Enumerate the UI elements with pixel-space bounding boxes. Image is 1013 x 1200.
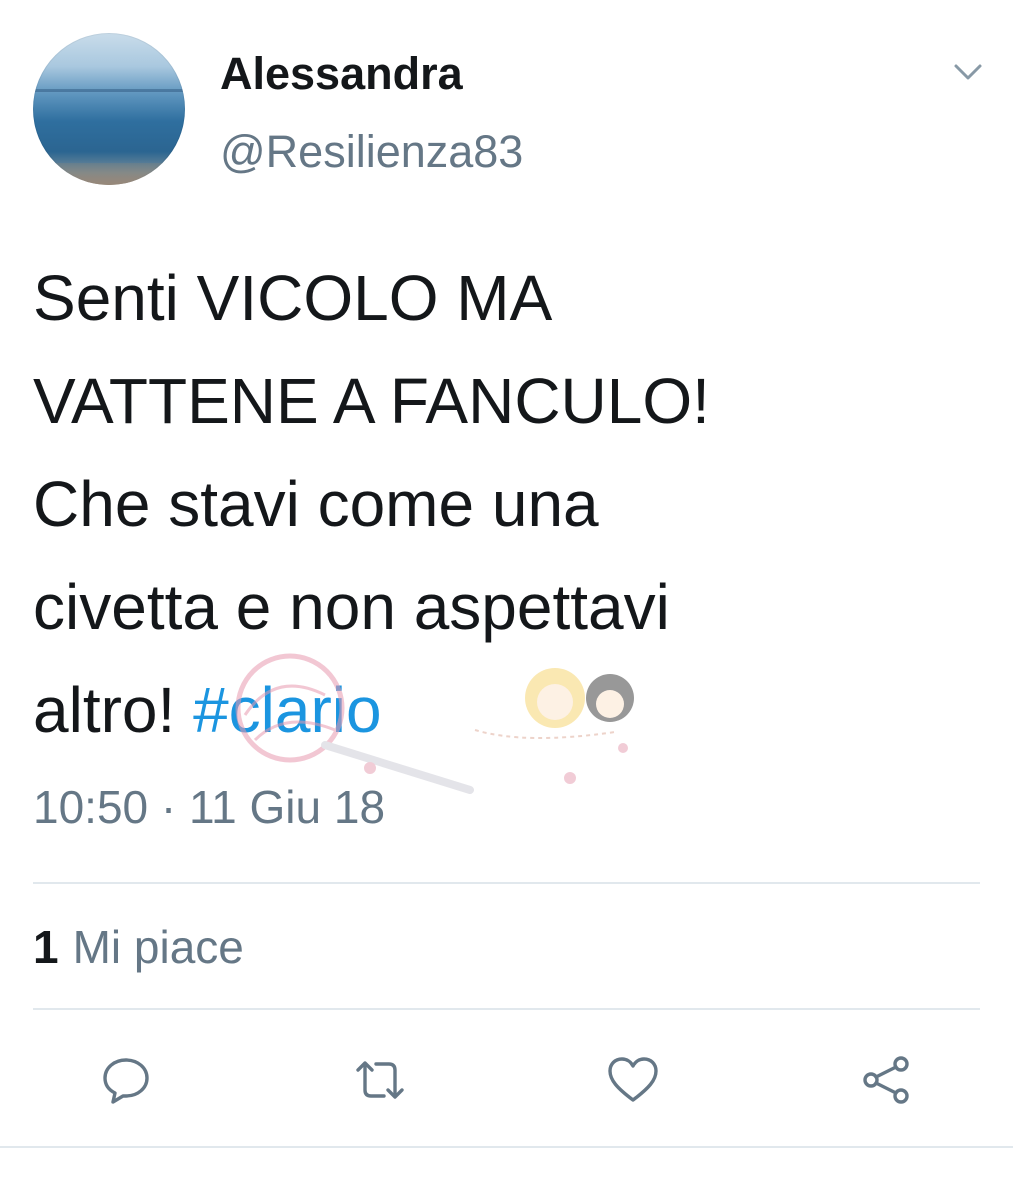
reply-icon: [103, 1058, 149, 1104]
user-handle[interactable]: @Resilienza83: [220, 126, 523, 178]
tweet-text-line: civetta e non aspettavi: [33, 571, 670, 643]
tweet-timestamp[interactable]: 10:50 · 11 Giu 18: [33, 780, 385, 834]
hashtag-link[interactable]: #clario: [193, 674, 382, 746]
likes-label: Mi piace: [72, 921, 244, 973]
divider: [0, 1146, 1013, 1148]
avatar-shore: [33, 163, 185, 185]
avatar-horizon: [33, 89, 185, 92]
share-button[interactable]: [856, 1050, 916, 1110]
tweet-text: Senti VICOLO MA VATTENE A FANCULO! Che s…: [33, 247, 933, 762]
display-name[interactable]: Alessandra: [220, 48, 463, 100]
tweet-text-line-last: altro! #clario: [33, 659, 933, 762]
tweet-text-line: Senti VICOLO MA: [33, 262, 553, 334]
likes-count: 1: [33, 921, 59, 973]
chevron-down-icon[interactable]: [950, 58, 986, 86]
tweet-text-tail: altro!: [33, 674, 194, 746]
retweet-button[interactable]: [350, 1050, 410, 1110]
likes-summary[interactable]: 1 Mi piace: [33, 920, 244, 974]
avatar[interactable]: [33, 33, 185, 185]
share-icon: [863, 1056, 909, 1104]
divider: [33, 882, 980, 884]
reply-button[interactable]: [96, 1050, 156, 1110]
tweet-text-line: Che stavi come una: [33, 468, 599, 540]
heart-icon: [608, 1057, 658, 1102]
tweet-card: Alessandra @Resilienza83 Senti VICOLO MA…: [0, 0, 1013, 1200]
retweet-icon: [356, 1061, 404, 1099]
like-button[interactable]: [603, 1050, 663, 1110]
divider: [33, 1008, 980, 1010]
tweet-text-line: VATTENE A FANCULO!: [33, 365, 710, 437]
